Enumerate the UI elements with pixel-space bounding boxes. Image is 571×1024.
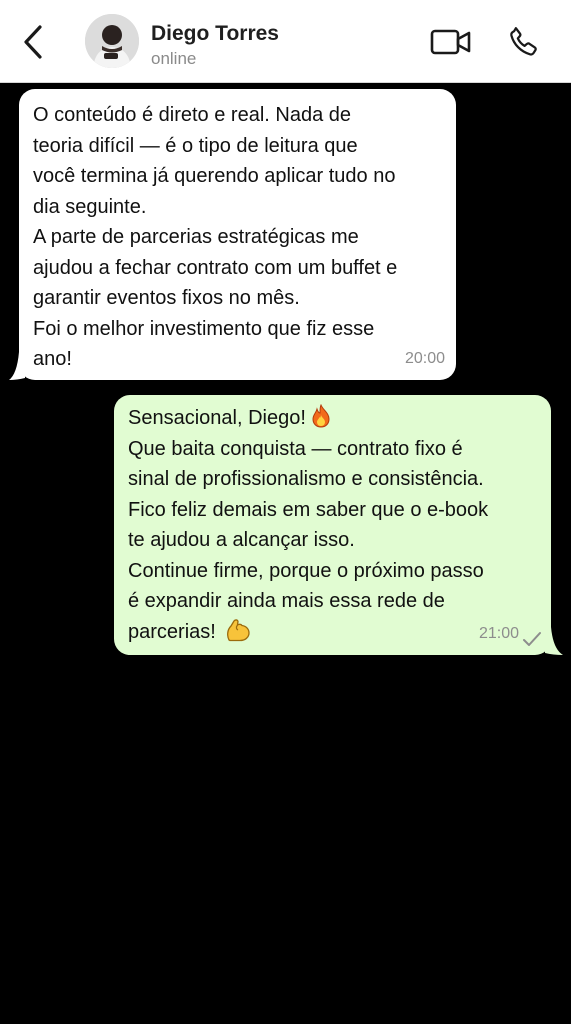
fire-emoji-icon xyxy=(312,404,330,428)
message-line: ajudou a fechar contrato com um buffet e xyxy=(33,256,398,279)
message-line: Que baita conquista — contrato fixo é xyxy=(128,437,463,460)
avatar[interactable] xyxy=(85,14,139,68)
message-line: garantir eventos fixos no mês. xyxy=(33,287,300,309)
message-line-with-emoji: Sensacional, Diego! xyxy=(128,403,537,434)
voice-call-button[interactable] xyxy=(504,22,544,62)
back-arrow-icon xyxy=(24,25,42,59)
message-line: O conteúdo é direto e real. Nada de xyxy=(33,104,351,126)
video-call-icon xyxy=(430,29,471,55)
contact-name[interactable]: Diego Torres xyxy=(151,22,279,46)
message-timestamp: 20:00 xyxy=(404,349,445,367)
message-timestamp: 21:00 xyxy=(478,624,519,642)
message-line: é expandir ainda mais essa rede de xyxy=(128,590,445,612)
contact-status: online xyxy=(151,49,197,68)
message-line: parcerias! xyxy=(128,620,216,643)
message-line: te ajudou a alcançar isso. xyxy=(128,529,355,551)
message-line: Foi o melhor investimento que fiz esse xyxy=(33,317,375,340)
incoming-message[interactable]: O conteúdo é direto e real. Nada de teor… xyxy=(19,89,456,380)
message-line: Continue firme, porque o próximo passo xyxy=(128,559,484,582)
message-line: dia seguinte. xyxy=(33,195,147,218)
flexed-biceps-emoji-icon xyxy=(227,618,251,641)
back-button[interactable] xyxy=(18,22,48,62)
chat-header: Diego Torres online xyxy=(0,0,571,83)
message-line: Sensacional, Diego! xyxy=(128,407,306,429)
message-line: sinal de profissionalismo e consistência… xyxy=(128,468,484,490)
read-check-icon xyxy=(523,632,541,646)
message-line-with-emoji: parcerias! xyxy=(128,617,537,648)
message-line: você termina já querendo aplicar tudo no xyxy=(33,165,396,187)
chat-screen: Diego Torres online O conteúdo é direto … xyxy=(0,0,571,1024)
message-line: ano! xyxy=(33,348,72,370)
message-line: teoria difícil — é o tipo de leitura que xyxy=(33,134,358,157)
phone-icon xyxy=(510,27,537,56)
video-call-button[interactable] xyxy=(429,24,473,60)
message-line: A parte de parcerias estratégicas me xyxy=(33,226,359,248)
message-line: Fico feliz demais em saber que o e-book xyxy=(128,498,489,521)
outgoing-message[interactable]: Sensacional, Diego! Que baita conquista … xyxy=(114,395,551,655)
